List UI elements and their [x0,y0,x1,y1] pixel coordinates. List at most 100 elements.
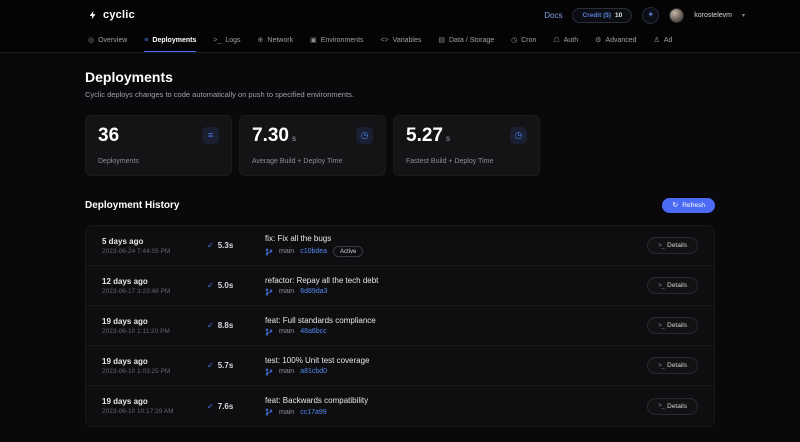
stats-row: 36 ≡ Deployments 7.30 s ◷ [85,115,715,176]
deployment-row: 5 days ago 2023-06-24 7:44:05 PM ✓ 5.3s … [86,226,714,266]
nav-tab-label: Ad [664,37,673,44]
page-subtitle: Cyclic deploys changes to code automatic… [85,90,715,99]
stat-icon: ◷ [510,127,527,144]
nav-tab-label: Variables [393,37,422,44]
check-icon: ✓ [207,241,214,250]
relative-time: 12 days ago [102,277,207,286]
commit-message: feat: Full standards compliance [265,316,647,325]
username[interactable]: korostelevm [694,12,732,19]
timestamp: 2023-06-10 1:03:25 PM [102,368,207,375]
nav-tab-icon: ▣ [310,37,317,44]
nav-tab-icon: ⊕ [258,37,264,44]
nav-tab[interactable]: >_ Logs [213,30,240,53]
nav-tab[interactable]: ▣ Environments [310,30,363,53]
refresh-button[interactable]: ↻ Refresh [662,198,715,213]
commit-hash-link[interactable]: c10bdea [300,248,327,255]
nav-tab-label: Data / Storage [449,37,494,44]
commit-message: feat: Backwards compatibility [265,396,647,405]
logo-text: cyclic [103,9,135,21]
nav-tab-label: Advanced [605,37,636,44]
nav-tab-label: Overview [98,37,127,44]
sparkle-icon-button[interactable]: ✦ [642,7,659,24]
nav-tab-icon: >_ [213,37,221,44]
nav-tab[interactable]: ⚙ Advanced [595,30,636,53]
credit-badge[interactable]: Credit ($) 10 [572,8,632,23]
nav-tab[interactable]: ⊕ Network [258,30,294,53]
relative-time: 19 days ago [102,357,207,366]
history-title: Deployment History [85,200,179,211]
details-label: Details [667,362,687,369]
details-button[interactable]: >_ Details [647,398,698,415]
details-button[interactable]: >_ Details [647,277,698,294]
nav-tab-label: Deployments [152,37,196,44]
stat-value: 36 [98,127,119,144]
commit-hash-link[interactable]: cc17a99 [300,409,326,416]
details-label: Details [667,322,687,329]
stat-card: 5.27 s ◷ Fastest Build + Deploy Time [393,115,540,176]
commit-hash-link[interactable]: 48a6bcc [300,328,326,335]
branch-name: main [279,409,294,416]
main-content: Deployments Cyclic deploys changes to co… [85,53,715,427]
terminal-icon: >_ [658,403,664,409]
stat-value: 5.27 [406,127,443,144]
stat-value: 7.30 [252,127,289,144]
terminal-icon: >_ [658,323,664,329]
nav-tab-label: Network [267,37,293,44]
git-branch-icon [265,408,273,416]
nav-tab[interactable]: ◷ Cron [511,30,536,53]
deployment-row: 19 days ago 2023-06-10 10:17:39 AM ✓ 7.6… [86,386,714,426]
nav-tab[interactable]: ☖ Auth [553,30,578,53]
details-button[interactable]: >_ Details [647,317,698,334]
top-bar: cyclic Docs Credit ($) 10 ✦ korostelevm … [0,0,800,30]
nav-tab[interactable]: ♙ Ad [654,30,673,53]
branch-name: main [279,368,294,375]
nav-tab-icon: ♙ [654,37,660,44]
app-logo[interactable]: cyclic [88,8,135,22]
check-icon: ✓ [207,361,214,370]
page-title: Deployments [85,69,715,85]
avatar[interactable] [669,8,684,23]
nav-tab-icon: ▤ [438,37,445,44]
stat-label: Fastest Build + Deploy Time [406,158,527,165]
credit-label: Credit ($) [582,12,611,19]
nav-tab-label: Cron [521,37,536,44]
nav-tab-icon: ⚙ [595,37,601,44]
timestamp: 2023-06-10 1:11:20 PM [102,328,207,335]
timestamp: 2023-06-10 10:17:39 AM [102,408,207,415]
nav-tab-label: Environments [321,37,364,44]
nav-tab[interactable]: ▤ Data / Storage [438,30,494,53]
details-label: Details [667,242,687,249]
commit-message: refactor: Repay all the tech debt [265,276,647,285]
nav-tab[interactable]: ◎ Overview [88,30,127,53]
relative-time: 5 days ago [102,237,207,246]
commit-hash-link[interactable]: 6d89da3 [300,288,327,295]
nav-tab[interactable]: ≡ Deployments [144,30,196,53]
docs-link[interactable]: Docs [544,11,562,20]
terminal-icon: >_ [658,243,664,249]
stat-unit: s [446,134,450,144]
commit-hash-link[interactable]: a81cbd0 [300,368,327,375]
history-header: Deployment History ↻ Refresh [85,198,715,213]
terminal-icon: >_ [658,283,664,289]
relative-time: 19 days ago [102,317,207,326]
deployment-row: 19 days ago 2023-06-10 1:11:20 PM ✓ 8.8s… [86,306,714,346]
details-button[interactable]: >_ Details [647,357,698,374]
details-label: Details [667,403,687,410]
check-icon: ✓ [207,321,214,330]
nav-tab-label: Auth [564,37,578,44]
terminal-icon: >_ [658,363,664,369]
chevron-down-icon[interactable]: ▾ [742,12,745,19]
nav-tab[interactable]: <> Variables [381,30,422,53]
nav-tab-icon: ☖ [553,37,559,44]
nav-tab-label: Logs [225,37,240,44]
refresh-label: Refresh [682,202,705,209]
stat-unit: s [292,134,296,144]
lightning-bolt-icon [88,8,98,22]
commit-message: test: 100% Unit test coverage [265,356,647,365]
check-icon: ✓ [207,281,214,290]
build-duration: 5.0s [218,281,234,290]
details-button[interactable]: >_ Details [647,237,698,254]
deployment-row: 19 days ago 2023-06-10 1:03:25 PM ✓ 5.7s… [86,346,714,386]
stat-label: Deployments [98,158,219,165]
sparkle-icon: ✦ [647,11,654,19]
